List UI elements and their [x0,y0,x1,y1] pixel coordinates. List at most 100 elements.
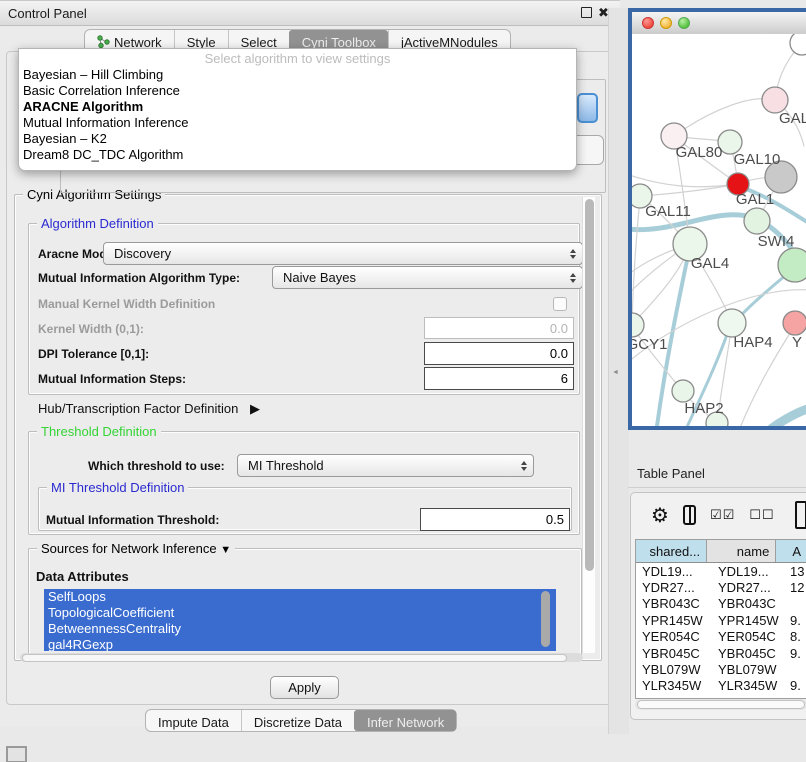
attribute-item[interactable]: SelfLoops [44,589,556,605]
algorithm-dropdown-popup: Select algorithm to view settings Bayesi… [18,48,577,171]
network-node-y[interactable] [783,311,806,335]
data-attributes-label: Data Attributes [36,569,129,584]
network-edge[interactable] [632,174,738,187]
threshold-definition-title: Threshold Definition [37,424,161,439]
table-cell: 12 [786,580,806,595]
dpi-tolerance-field[interactable]: 0.0 [424,342,574,365]
mi-type-value: Naive Bayes [283,270,356,285]
float-panel-icon[interactable] [581,7,592,18]
settings-vertical-scrollbar[interactable] [582,197,595,653]
node-label: GAL1 [736,191,774,208]
control-panel-title: Control Panel [8,6,87,21]
kernel-width-field[interactable]: 0.0 [424,317,574,339]
screen: Control Panel ✖ NetworkStyleSelectCyni T… [0,0,806,762]
algorithm-option[interactable]: Mutual Information Inference [19,115,576,131]
mi-type-select[interactable]: Naive Bayes [272,266,583,289]
mi-threshold-label: Mutual Information Threshold: [46,513,219,527]
table-cell: 9. [786,678,806,693]
table-cell: YBL079W [636,662,712,677]
hub-definition-toggle[interactable]: Hub/Transcription Factor Definition ▶ [38,401,260,417]
column-header-name[interactable]: name [707,540,776,562]
network-canvas[interactable]: GALGAL80GAL10GAL1GAL11SWI4GAL4GCY1HAP4YH… [632,34,806,426]
network-edge[interactable] [674,99,775,136]
network-edge[interactable] [772,405,806,426]
mi-steps-field[interactable]: 6 [424,367,574,390]
select-all-checkboxes-icon[interactable]: ☑☑ [710,507,735,523]
tab-infer-network[interactable]: Infer Network [354,710,456,731]
table-horizontal-scrollbar[interactable] [635,699,806,710]
table-row[interactable]: YLR345WYLR345W9. [636,678,806,694]
algorithm-definition-title: Algorithm Definition [37,216,158,231]
table-row[interactable]: YDR27...YDR27...12 [636,579,806,595]
table-cell: YDR27... [712,580,786,595]
tab-impute-data[interactable]: Impute Data [146,710,241,731]
which-threshold-value: MI Threshold [248,458,324,473]
table-row[interactable]: YPR145WYPR145W9. [636,612,806,628]
network-node-gal1[interactable] [744,208,770,234]
minimize-window-icon[interactable] [660,17,672,29]
network-view-window: GALGAL80GAL10GAL1GAL11SWI4GAL4GCY1HAP4YH… [628,8,806,430]
column-header-shared-name[interactable]: shared... [636,540,707,562]
table-cell: 9. [786,613,806,628]
tab-discretize-data[interactable]: Discretize Data [241,710,354,731]
deselect-all-checkboxes-icon[interactable]: ☐☐ [749,507,774,523]
node-label: Y [792,334,802,351]
table-cell: YBR043C [712,596,786,611]
gear-icon[interactable]: ⚙ [651,503,669,528]
table-cell: YDR27... [636,580,712,595]
table-cell: 8. [786,629,806,644]
panel-divider-handle[interactable]: ◄ [612,369,618,376]
attribute-item[interactable]: BetweennessCentrality [44,621,556,637]
node-label: GAL10 [734,151,781,168]
algorithm-combo-arrow-button[interactable] [577,93,598,123]
algorithm-option[interactable]: Bayesian – Hill Climbing [19,67,576,83]
control-panel-titlebar: Control Panel ✖ [0,1,620,26]
close-window-icon[interactable] [642,17,654,29]
algorithm-option[interactable]: Basic Correlation Inference [19,83,576,99]
table-row[interactable]: YDL19...YDL19...13 [636,563,806,579]
network-node[interactable] [790,34,806,55]
network-node-hap4[interactable] [718,309,746,337]
node-label: GAL11 [645,203,691,220]
column-header-partial[interactable]: A [776,540,806,562]
algorithm-option[interactable]: Bayesian – K2 [19,131,576,147]
aracne-mode-select[interactable]: Discovery [103,242,583,265]
node-label: HAP4 [733,334,772,351]
attribute-item[interactable]: gal4RGexp [44,637,556,651]
algorithm-option[interactable]: Dream8 DC_TDC Algorithm [19,147,576,163]
table-header: shared... name A [636,540,806,563]
settings-horizontal-scrollbar[interactable] [20,653,583,662]
zoom-window-icon[interactable] [678,17,690,29]
table-row[interactable]: YBR045CYBR045C9. [636,645,806,661]
network-node-gcy1[interactable] [632,313,644,337]
mi-threshold-field[interactable]: 0.5 [420,508,570,531]
table-row[interactable]: YBR043CYBR043C [636,596,806,612]
minimized-panel-icon[interactable] [6,746,27,762]
hub-definition-label: Hub/Transcription Factor Definition [38,401,238,416]
network-node-hap2[interactable] [672,380,694,402]
attributes-list-scrollbar[interactable] [541,591,550,647]
network-node-swi4[interactable] [778,248,806,282]
table-row[interactable]: YBL079WYBL079W [636,661,806,677]
manual-kernel-checkbox[interactable] [553,297,567,311]
data-attributes-list[interactable]: SelfLoopsTopologicalCoefficientBetweenne… [44,589,556,651]
algorithm-option[interactable]: ARACNE Algorithm [19,99,576,115]
table-cell: YLR345W [712,678,786,693]
chevron-down-icon[interactable]: ▼ [220,544,231,556]
table-cell: YLR345W [636,678,712,693]
apply-button[interactable]: Apply [270,676,339,699]
table-row[interactable]: YER054CYER054C8. [636,629,806,645]
bottom-tabs: Impute DataDiscretize DataInfer Network [145,709,457,732]
network-edge[interactable] [632,198,640,325]
node-table: shared... name A YDL19...YDL19...13YDR27… [635,539,806,699]
document-icon[interactable] [795,501,806,529]
network-window-titlebar [632,12,806,35]
node-label: SWI4 [758,233,795,250]
node-label: HAP2 [684,400,723,417]
which-threshold-label: Which threshold to use: [88,459,225,473]
which-threshold-select[interactable]: MI Threshold [237,454,534,477]
node-label: GAL [779,110,806,127]
attribute-item[interactable]: TopologicalCoefficient [44,605,556,621]
aracne-mode-value: Discovery [114,246,171,261]
columns-icon[interactable] [683,505,696,525]
